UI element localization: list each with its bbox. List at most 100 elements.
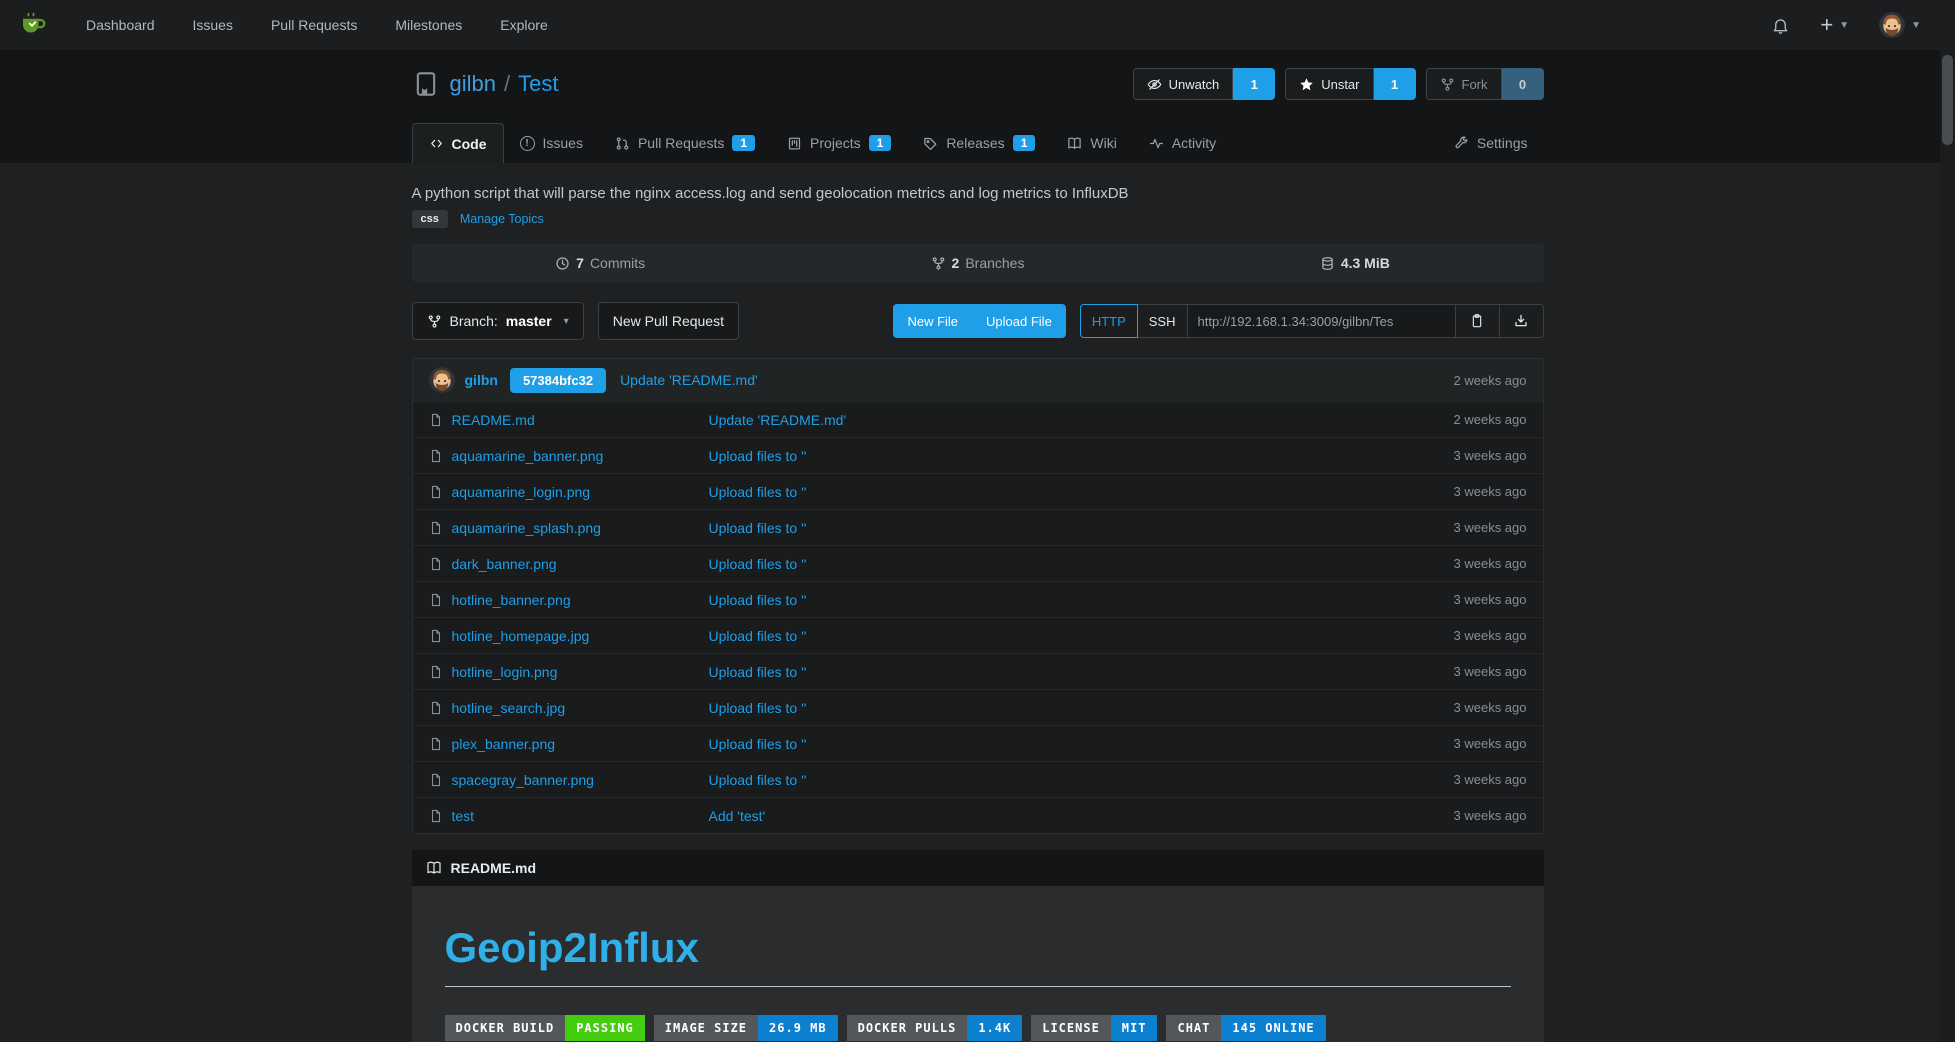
file-name-link[interactable]: README.md xyxy=(452,412,535,428)
database-icon xyxy=(1320,256,1335,271)
table-row: spacegray_banner.png Upload files to '' … xyxy=(413,761,1543,797)
file-time: 3 weeks ago xyxy=(1393,448,1543,463)
nav-milestones[interactable]: Milestones xyxy=(395,17,462,33)
tab-wiki[interactable]: Wiki xyxy=(1051,123,1132,163)
file-commit-message[interactable]: Upload files to '' xyxy=(709,628,807,644)
tab-code[interactable]: Code xyxy=(412,123,504,163)
file-name-link[interactable]: hotline_login.png xyxy=(452,664,558,680)
repo-main: A python script that will parse the ngin… xyxy=(412,185,1544,1042)
tab-pull-requests[interactable]: Pull Requests 1 xyxy=(599,123,771,163)
file-commit-message[interactable]: Upload files to '' xyxy=(709,448,807,464)
scrollbar-thumb[interactable] xyxy=(1942,55,1953,145)
file-icon xyxy=(429,665,443,679)
create-new-menu[interactable]: + ▼ xyxy=(1820,14,1849,36)
file-commit-message[interactable]: Upload files to '' xyxy=(709,736,807,752)
repo-name-link[interactable]: Test xyxy=(518,71,558,97)
file-commit-message[interactable]: Upload files to '' xyxy=(709,664,807,680)
commit-author-link[interactable]: gilbn xyxy=(465,372,498,388)
file-commit-message[interactable]: Upload files to '' xyxy=(709,772,807,788)
badge-value: MIT xyxy=(1111,1015,1158,1041)
releases-count-badge: 1 xyxy=(1013,135,1036,151)
commits-stat[interactable]: 7 Commits xyxy=(412,244,789,282)
table-row: hotline_homepage.jpg Upload files to '' … xyxy=(413,617,1543,653)
file-commit-message[interactable]: Upload files to '' xyxy=(709,700,807,716)
forks-count[interactable]: 0 xyxy=(1502,68,1544,100)
commit-time: 2 weeks ago xyxy=(1454,373,1527,388)
file-name-link[interactable]: dark_banner.png xyxy=(452,556,557,572)
image-size-badge[interactable]: IMAGE SIZE 26.9 MB xyxy=(654,1015,838,1041)
file-commit-message[interactable]: Add 'test' xyxy=(709,808,766,824)
new-pull-request-button[interactable]: New Pull Request xyxy=(598,302,739,340)
upload-file-button[interactable]: Upload File xyxy=(972,314,1066,329)
wrench-icon xyxy=(1454,136,1469,151)
watchers-count[interactable]: 1 xyxy=(1233,68,1275,100)
notifications-bell-icon[interactable] xyxy=(1771,16,1790,35)
file-name-link[interactable]: aquamarine_login.png xyxy=(452,484,591,500)
file-name-link[interactable]: aquamarine_banner.png xyxy=(452,448,604,464)
file-commit-message[interactable]: Upload files to '' xyxy=(709,520,807,536)
download-icon xyxy=(1513,313,1529,329)
file-commit-message[interactable]: Upload files to '' xyxy=(709,556,807,572)
file-commit-message[interactable]: Upload files to '' xyxy=(709,484,807,500)
clone-protocol-toggle: HTTP SSH xyxy=(1080,304,1188,338)
unstar-button[interactable]: Unstar xyxy=(1285,68,1373,100)
repo-owner-link[interactable]: gilbn xyxy=(450,71,496,97)
file-name-link[interactable]: plex_banner.png xyxy=(452,736,556,752)
fork-button[interactable]: Fork xyxy=(1426,68,1502,100)
file-name-link[interactable]: hotline_search.jpg xyxy=(452,700,566,716)
kanban-icon xyxy=(787,136,802,151)
topic-css[interactable]: css xyxy=(412,210,448,228)
file-commit-message[interactable]: Update 'README.md' xyxy=(709,412,847,428)
file-icon xyxy=(429,701,443,715)
branch-icon xyxy=(931,256,946,271)
repository-icon xyxy=(412,70,440,98)
copy-clone-url-button[interactable] xyxy=(1456,304,1500,338)
tab-activity[interactable]: Activity xyxy=(1133,123,1232,163)
file-name-link[interactable]: spacegray_banner.png xyxy=(452,772,594,788)
unwatch-button[interactable]: Unwatch xyxy=(1133,68,1234,100)
branch-selector[interactable]: Branch: master ▾ xyxy=(412,302,584,340)
repo-tabs: Code ! Issues Pull Requests 1 Projects 1 xyxy=(412,123,1544,163)
plus-icon: + xyxy=(1820,14,1833,36)
tab-issues[interactable]: ! Issues xyxy=(504,123,599,163)
nav-pull-requests[interactable]: Pull Requests xyxy=(271,17,357,33)
file-time: 3 weeks ago xyxy=(1393,484,1543,499)
nav-explore[interactable]: Explore xyxy=(500,17,547,33)
new-file-button[interactable]: New File xyxy=(893,314,972,329)
license-badge[interactable]: LICENSE MIT xyxy=(1031,1015,1157,1041)
tab-releases[interactable]: Releases 1 xyxy=(907,123,1051,163)
nav-dashboard[interactable]: Dashboard xyxy=(86,17,155,33)
file-name-link[interactable]: test xyxy=(452,808,475,824)
file-name-link[interactable]: aquamarine_splash.png xyxy=(452,520,601,536)
tab-projects[interactable]: Projects 1 xyxy=(771,123,907,163)
commit-message-link[interactable]: Update 'README.md' xyxy=(620,372,758,388)
scrollbar-track[interactable] xyxy=(1940,0,1955,1042)
branch-name: master xyxy=(506,313,552,329)
table-row: aquamarine_banner.png Upload files to ''… xyxy=(413,437,1543,473)
manage-topics-link[interactable]: Manage Topics xyxy=(460,212,544,226)
nav-issues[interactable]: Issues xyxy=(193,17,233,33)
badge-label: DOCKER BUILD xyxy=(445,1015,566,1041)
branches-stat[interactable]: 2 Branches xyxy=(789,244,1166,282)
branches-label: Branches xyxy=(965,255,1024,271)
download-archive-button[interactable] xyxy=(1500,304,1544,338)
docker-pulls-badge[interactable]: DOCKER PULLS 1.4K xyxy=(847,1015,1023,1041)
user-menu[interactable]: ▼ xyxy=(1879,12,1921,38)
clone-url-input[interactable] xyxy=(1188,304,1456,338)
file-name-link[interactable]: hotline_homepage.jpg xyxy=(452,628,590,644)
repo-size: 4.3 MiB xyxy=(1341,255,1390,271)
gitea-logo[interactable] xyxy=(18,10,48,40)
ssh-toggle[interactable]: SSH xyxy=(1138,304,1188,338)
http-toggle[interactable]: HTTP xyxy=(1080,304,1138,338)
stars-count[interactable]: 1 xyxy=(1374,68,1416,100)
file-name-link[interactable]: hotline_banner.png xyxy=(452,592,571,608)
file-time: 3 weeks ago xyxy=(1393,772,1543,787)
main-nav: Dashboard Issues Pull Requests Milestone… xyxy=(86,17,548,33)
file-commit-message[interactable]: Upload files to '' xyxy=(709,592,807,608)
docker-build-badge[interactable]: DOCKER BUILD PASSING xyxy=(445,1015,645,1041)
chat-badge[interactable]: CHAT 145 ONLINE xyxy=(1166,1015,1325,1041)
commit-sha-badge[interactable]: 57384bfc32 xyxy=(510,368,606,393)
tab-settings[interactable]: Settings xyxy=(1438,123,1544,163)
commit-author-avatar[interactable] xyxy=(429,367,455,393)
size-stat[interactable]: 4.3 MiB xyxy=(1166,244,1543,282)
